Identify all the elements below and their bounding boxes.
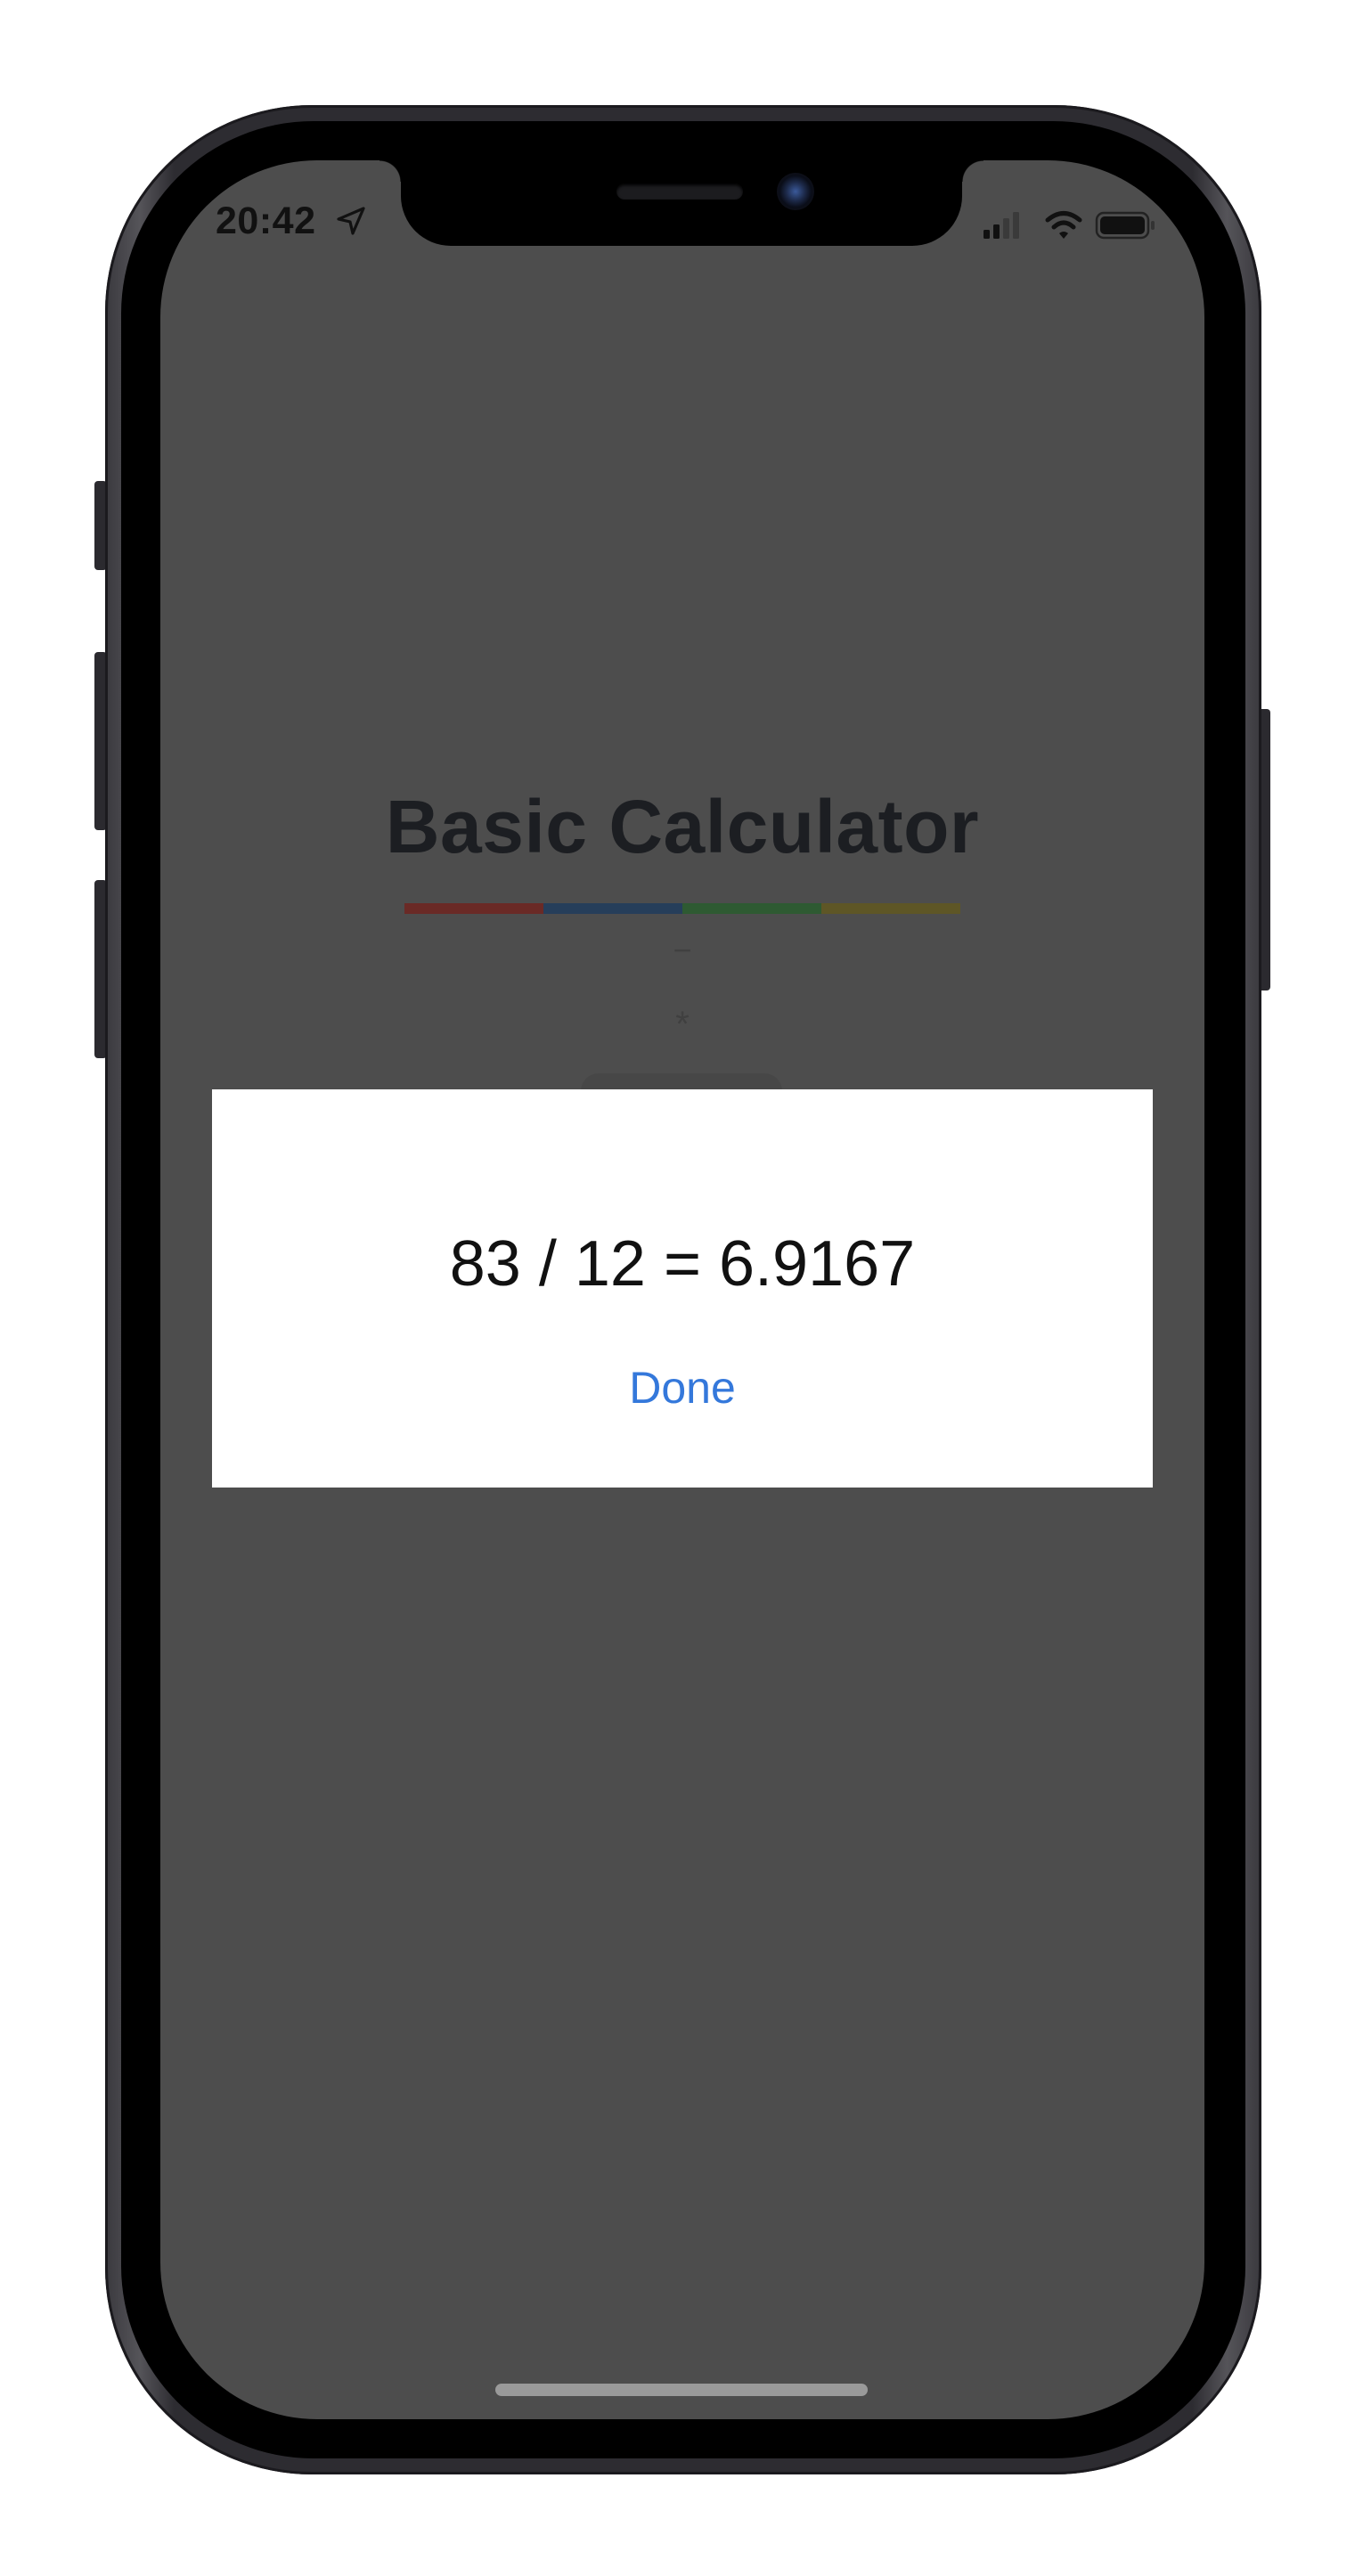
page: 20:42 Basic Calculator − * 83 / 12 = 6.9… <box>0 0 1363 2576</box>
operator-multiply[interactable]: * <box>160 1005 1204 1045</box>
status-time: 20:42 <box>216 200 316 242</box>
underline-segment-yellow <box>821 903 960 914</box>
home-indicator[interactable] <box>495 2384 868 2396</box>
result-text: 83 / 12 = 6.9167 <box>449 1228 916 1300</box>
done-button[interactable]: Done <box>584 1357 780 1419</box>
operator-minus[interactable]: − <box>160 932 1204 969</box>
front-camera <box>777 173 814 210</box>
app-title: Basic Calculator <box>385 785 980 868</box>
title-underline <box>404 903 960 914</box>
phone-notch <box>380 160 983 246</box>
status-icons <box>983 211 1155 240</box>
battery-icon <box>1095 211 1155 240</box>
underline-segment-green <box>682 903 821 914</box>
underline-segment-red <box>404 903 543 914</box>
location-arrow-icon <box>337 207 365 235</box>
cellular-signal-icon <box>983 212 1019 239</box>
underline-segment-blue <box>543 903 682 914</box>
result-modal: 83 / 12 = 6.9167 Done <box>212 1089 1153 1488</box>
earpiece-speaker <box>616 183 743 200</box>
wifi-icon <box>1045 211 1082 239</box>
